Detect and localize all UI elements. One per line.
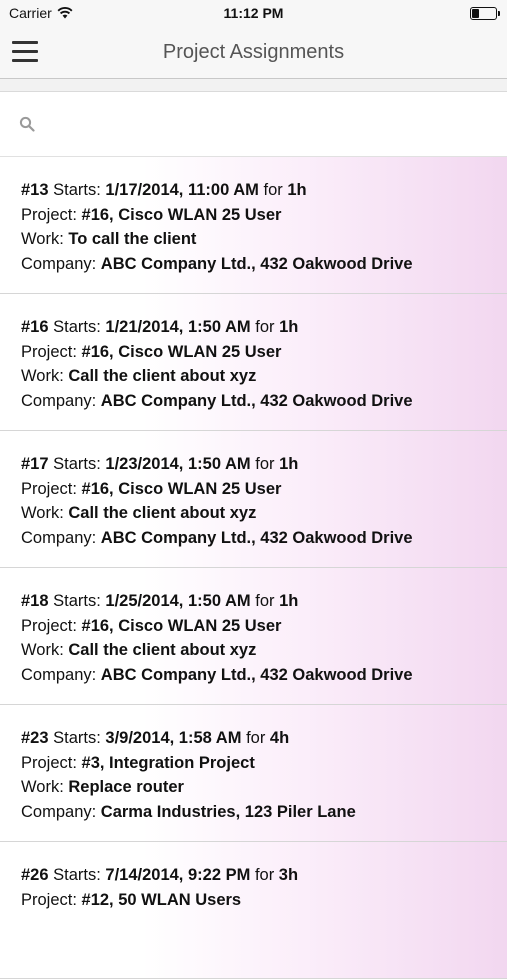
search-input[interactable]: [44, 110, 488, 140]
assignment-project: #16, Cisco WLAN 25 User: [81, 342, 282, 361]
starts-label: Starts:: [53, 592, 101, 610]
assignment-company-line: Company: ABC Company Ltd., 432 Oakwood D…: [21, 526, 507, 551]
assignment-project-line: Project: #16, Cisco WLAN 25 User: [21, 203, 507, 228]
assignment-work: Call the client about xyz: [68, 367, 257, 385]
for-label: for: [255, 592, 275, 610]
navigation-bar: Project Assignments: [0, 28, 507, 79]
battery-level: [472, 9, 479, 18]
assignment-work-line: Work: To call the client: [21, 227, 507, 252]
status-time: 11:12 PM: [223, 5, 284, 21]
assignment-start: 1/25/2014, 1:50 AM: [105, 592, 251, 610]
assignment-id: #13: [21, 181, 49, 199]
assignment-id: #26: [21, 866, 49, 884]
starts-label: Starts:: [53, 181, 101, 199]
assignment-duration: 3h: [278, 866, 299, 884]
assignment-start-line: #16 Starts: 1/21/2014, 1:50 AM for 1h: [21, 315, 507, 340]
assignment-duration: 1h: [279, 318, 299, 336]
assignment-start: 3/9/2014, 1:58 AM: [105, 729, 242, 747]
work-label: Work:: [21, 641, 64, 659]
search-bar: [0, 92, 507, 157]
assignment-duration: 4h: [269, 729, 290, 747]
project-label: Project:: [21, 205, 77, 224]
for-label: for: [255, 455, 275, 473]
assignment-project: #16, Cisco WLAN 25 User: [81, 616, 282, 635]
work-label: Work:: [21, 230, 64, 248]
assignment-start-line: #17 Starts: 1/23/2014, 1:50 AM for 1h: [21, 452, 507, 477]
project-label: Project:: [21, 342, 77, 361]
assignment-work: Call the client about xyz: [68, 641, 257, 659]
assignment-work-line: Work: Call the client about xyz: [21, 638, 507, 663]
assignment-id: #18: [21, 592, 49, 610]
assignment-row[interactable]: #13 Starts: 1/17/2014, 11:00 AM for 1h P…: [0, 157, 507, 294]
assignment-id: #16: [21, 318, 49, 336]
assignment-work: Call the client about xyz: [68, 504, 257, 522]
company-label: Company:: [21, 391, 97, 410]
assignment-company: ABC Company Ltd., 432 Oakwood Drive: [100, 528, 413, 547]
assignment-list: #13 Starts: 1/17/2014, 11:00 AM for 1h P…: [0, 157, 507, 979]
assignment-start-line: #18 Starts: 1/25/2014, 1:50 AM for 1h: [21, 589, 507, 614]
company-label: Company:: [21, 528, 97, 547]
assignment-work-line: Work: Call the client about xyz: [21, 364, 507, 389]
assignment-start-line: #26 Starts: 7/14/2014, 9:22 PM for 3h: [21, 863, 507, 888]
assignment-row[interactable]: #26 Starts: 7/14/2014, 9:22 PM for 3h Pr…: [0, 842, 507, 979]
starts-label: Starts:: [53, 318, 101, 336]
work-label: Work:: [21, 778, 64, 796]
project-label: Project:: [21, 753, 77, 772]
company-label: Company:: [21, 665, 97, 684]
assignment-start-line: #13 Starts: 1/17/2014, 11:00 AM for 1h: [21, 178, 507, 203]
assignment-project-line: Project: #3, Integration Project: [21, 751, 507, 776]
assignment-company-line: Company: ABC Company Ltd., 432 Oakwood D…: [21, 663, 507, 688]
project-label: Project:: [21, 616, 77, 635]
assignment-row[interactable]: #18 Starts: 1/25/2014, 1:50 AM for 1h Pr…: [0, 568, 507, 705]
assignment-id: #17: [21, 455, 49, 473]
assignment-company: ABC Company Ltd., 432 Oakwood Drive: [100, 254, 413, 273]
for-label: for: [254, 866, 275, 884]
assignment-work-line: Work: Call the client about xyz: [21, 501, 507, 526]
for-label: for: [255, 318, 275, 336]
starts-label: Starts:: [53, 866, 101, 884]
assignment-project: #3, Integration Project: [81, 753, 255, 772]
assignment-work: To call the client: [68, 230, 197, 248]
page-title: Project Assignments: [162, 41, 345, 63]
assignment-start: 7/14/2014, 9:22 PM: [105, 866, 251, 884]
assignment-project: #16, Cisco WLAN 25 User: [81, 205, 282, 224]
assignment-company-line: Company: ABC Company Ltd., 432 Oakwood D…: [21, 389, 507, 414]
assignment-project-line: Project: #16, Cisco WLAN 25 User: [21, 477, 507, 502]
for-label: for: [246, 729, 266, 747]
company-label: Company:: [21, 802, 97, 821]
assignment-start: 1/23/2014, 1:50 AM: [105, 455, 251, 473]
assignment-duration: 1h: [279, 455, 299, 473]
for-label: for: [263, 181, 283, 199]
assignment-duration: 1h: [287, 181, 307, 199]
assignment-row[interactable]: #17 Starts: 1/23/2014, 1:50 AM for 1h Pr…: [0, 431, 507, 568]
assignment-company-line: Company: ABC Company Ltd., 432 Oakwood D…: [21, 252, 507, 277]
work-label: Work:: [21, 367, 64, 385]
assignment-project: #16, Cisco WLAN 25 User: [81, 479, 282, 498]
assignment-company: Carma Industries, 123 Piler Lane: [100, 802, 356, 821]
starts-label: Starts:: [53, 729, 101, 747]
assignment-project-line: Project: #16, Cisco WLAN 25 User: [21, 340, 507, 365]
assignment-work-line: Work: Replace router: [21, 775, 507, 800]
starts-label: Starts:: [53, 455, 101, 473]
assignment-start: 1/21/2014, 1:50 AM: [105, 318, 251, 336]
project-label: Project:: [21, 479, 77, 498]
assignment-id: #23: [21, 729, 49, 747]
assignment-row[interactable]: #23 Starts: 3/9/2014, 1:58 AM for 4h Pro…: [0, 705, 507, 842]
assignment-duration: 1h: [279, 592, 299, 610]
assignment-company: ABC Company Ltd., 432 Oakwood Drive: [100, 391, 413, 410]
assignment-start: 1/17/2014, 11:00 AM: [105, 181, 259, 199]
work-label: Work:: [21, 504, 64, 522]
battery-icon: [470, 7, 500, 20]
assignment-company-line: Company: Carma Industries, 123 Piler Lan…: [21, 800, 507, 825]
assignment-work: Replace router: [68, 778, 184, 796]
section-spacer: [0, 79, 507, 92]
assignment-project-line: Project: #16, Cisco WLAN 25 User: [21, 614, 507, 639]
assignment-start-line: #23 Starts: 3/9/2014, 1:58 AM for 4h: [21, 726, 507, 751]
company-label: Company:: [21, 254, 97, 273]
status-bar: Carrier 11:12 PM: [0, 0, 507, 28]
search-icon: [19, 116, 35, 132]
assignment-row[interactable]: #16 Starts: 1/21/2014, 1:50 AM for 1h Pr…: [0, 294, 507, 431]
assignment-company: ABC Company Ltd., 432 Oakwood Drive: [100, 665, 413, 684]
